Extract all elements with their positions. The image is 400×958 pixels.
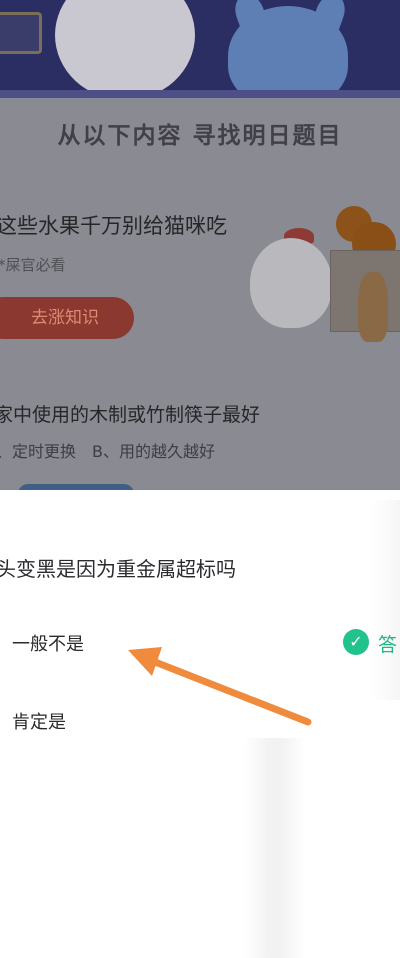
annotation-arrow-icon bbox=[128, 647, 312, 726]
